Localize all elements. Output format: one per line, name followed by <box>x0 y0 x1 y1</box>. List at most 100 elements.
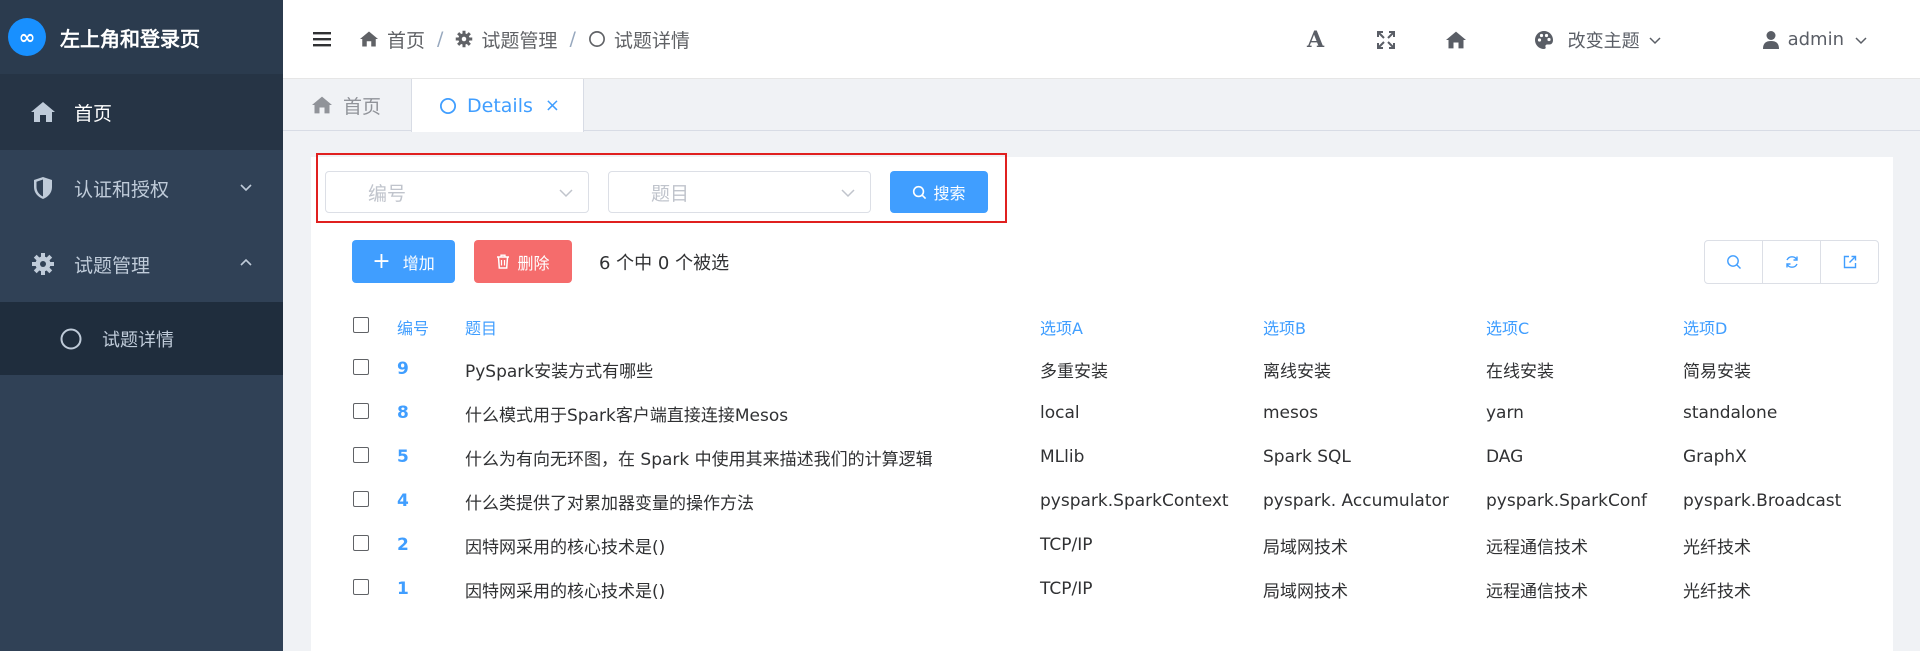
circle-icon <box>58 326 84 352</box>
user-name: admin <box>1787 29 1844 50</box>
cell-option-a: TCP/IP <box>1040 579 1093 599</box>
cell-id[interactable]: 1 <box>397 567 465 611</box>
column-header-question[interactable]: 题目 <box>465 307 1040 347</box>
navbar: 首页 / 试题管理 / 试题详情 A 改变主题 admin <box>283 0 1920 79</box>
breadcrumb-questions[interactable]: 试题管理 <box>455 26 557 53</box>
sidebar-item-label: 首页 <box>74 102 113 125</box>
breadcrumb-home[interactable]: 首页 <box>359 26 425 53</box>
user-menu[interactable]: admin <box>1762 29 1876 50</box>
column-header-option-c[interactable]: 选项C <box>1486 307 1683 347</box>
row-checkbox[interactable] <box>353 490 369 507</box>
sidebar-item-home[interactable]: 首页 <box>0 74 283 150</box>
select-all-checkbox[interactable] <box>353 317 369 333</box>
close-icon[interactable]: × <box>545 95 560 116</box>
trash-icon <box>497 254 510 269</box>
user-icon <box>1762 30 1779 49</box>
cell-id[interactable]: 8 <box>397 391 465 435</box>
tab-details[interactable]: Details × <box>411 79 584 132</box>
plus-icon: + <box>372 249 391 274</box>
home-icon <box>312 96 332 114</box>
row-checkbox[interactable] <box>353 402 369 419</box>
cell-option-c: 远程通信技术 <box>1486 537 1588 558</box>
cell-option-c: 在线安装 <box>1486 361 1554 382</box>
selection-info: 6 个中 0 个被选 <box>599 253 730 274</box>
column-header-option-b[interactable]: 选项B <box>1263 307 1486 347</box>
cell-question: 因特网采用的核心技术是() <box>465 581 666 602</box>
breadcrumb-current: 试题详情 <box>588 26 690 53</box>
cell-option-a: MLlib <box>1040 447 1085 467</box>
add-button[interactable]: + 增加 <box>352 240 455 283</box>
cell-option-c: pyspark.SparkConf <box>1486 491 1648 511</box>
table-row[interactable]: 5 什么为有向无环图，在 Spark 中使用其来描述我们的计算逻辑 MLlib … <box>345 435 1893 479</box>
sidebar-item-questions[interactable]: 试题管理 <box>0 226 283 302</box>
cell-question: PySpark安装方式有哪些 <box>465 361 654 382</box>
sidebar-item-label: 试题详情 <box>102 329 174 351</box>
font-size-icon[interactable]: A <box>1304 27 1328 53</box>
app-title: 左上角和登录页 <box>60 26 200 51</box>
row-checkbox[interactable] <box>353 446 369 463</box>
search-icon <box>1726 255 1741 269</box>
fullscreen-icon[interactable] <box>1374 28 1398 52</box>
hamburger-icon[interactable] <box>311 27 335 51</box>
cell-option-d: GraphX <box>1683 447 1747 467</box>
cell-id[interactable]: 9 <box>397 347 465 391</box>
cell-option-d: standalone <box>1683 403 1778 423</box>
cell-option-b: 局域网技术 <box>1263 537 1348 558</box>
cell-option-d: 光纤技术 <box>1683 581 1751 602</box>
gear-icon <box>456 30 473 48</box>
cell-option-c: yarn <box>1486 403 1524 423</box>
cell-option-d: pyspark.Broadcast <box>1683 491 1842 511</box>
questions-table: 编号 题目 选项A 选项B 选项C 选项D 9 PySpark安装方式有哪些 多… <box>345 307 1893 611</box>
chevron-down-icon <box>1649 36 1661 44</box>
navbar-right: A 改变主题 admin <box>1258 0 1920 79</box>
palette-icon <box>1534 30 1553 49</box>
breadcrumb-separator: / <box>569 28 576 50</box>
table-row[interactable]: 9 PySpark安装方式有哪些 多重安装 离线安装 在线安装 简易安装 <box>345 347 1893 391</box>
tab-home[interactable]: 首页 <box>311 79 381 131</box>
table-row[interactable]: 8 什么模式用于Spark客户端直接连接Mesos local mesos ya… <box>345 391 1893 435</box>
theme-label: 改变主题 <box>1567 30 1640 52</box>
table-header-row: 编号 题目 选项A 选项B 选项C 选项D <box>345 307 1893 347</box>
cell-id[interactable]: 4 <box>397 479 465 523</box>
sidebar-item-label: 认证和授权 <box>74 178 170 201</box>
cell-id[interactable]: 2 <box>397 523 465 567</box>
sidebar-item-question-details[interactable]: 试题详情 <box>0 302 283 375</box>
cell-option-a: TCP/IP <box>1040 535 1093 555</box>
row-checkbox[interactable] <box>353 358 369 375</box>
cell-option-b: mesos <box>1263 403 1319 423</box>
column-header-id[interactable]: 编号 <box>397 307 465 347</box>
export-button[interactable] <box>1821 241 1878 283</box>
toggle-search-button[interactable] <box>1705 241 1763 283</box>
column-header-option-a[interactable]: 选项A <box>1040 307 1263 347</box>
table-row[interactable]: 4 什么类提供了对累加器变量的操作方法 pyspark.SparkContext… <box>345 479 1893 523</box>
logo[interactable]: ∞ 左上角和登录页 <box>0 0 283 74</box>
shield-icon <box>30 175 56 201</box>
sidebar-item-auth[interactable]: 认证和授权 <box>0 150 283 226</box>
submenu-questions: 试题详情 <box>0 302 283 375</box>
cell-option-d: 简易安装 <box>1683 361 1751 382</box>
column-header-option-d[interactable]: 选项D <box>1683 307 1893 347</box>
table-row[interactable]: 2 因特网采用的核心技术是() TCP/IP 局域网技术 远程通信技术 光纤技术 <box>345 523 1893 567</box>
tags-view: 首页 Details × <box>283 79 1920 132</box>
cell-question: 什么为有向无环图，在 Spark 中使用其来描述我们的计算逻辑 <box>465 449 933 470</box>
cell-option-a: 多重安装 <box>1040 361 1108 382</box>
cell-option-b: Spark SQL <box>1263 447 1351 467</box>
infinity-logo-icon: ∞ <box>8 18 46 56</box>
cell-option-b: 局域网技术 <box>1263 581 1348 602</box>
chevron-down-icon <box>1855 36 1867 44</box>
row-checkbox[interactable] <box>353 534 369 551</box>
table-row[interactable]: 1 因特网采用的核心技术是() TCP/IP 局域网技术 远程通信技术 光纤技术 <box>345 567 1893 611</box>
delete-button[interactable]: 删除 <box>474 240 572 283</box>
cell-id[interactable]: 5 <box>397 435 465 479</box>
refresh-button[interactable] <box>1763 241 1821 283</box>
chevron-up-icon <box>240 258 252 266</box>
row-checkbox[interactable] <box>353 578 369 595</box>
refresh-icon <box>1785 256 1798 268</box>
table-tools <box>1704 240 1879 284</box>
home-icon[interactable] <box>1444 28 1468 52</box>
theme-switcher[interactable]: 改变主题 <box>1534 27 1676 53</box>
breadcrumb-separator: / <box>437 28 444 50</box>
cell-question: 什么模式用于Spark客户端直接连接Mesos <box>465 405 789 426</box>
cell-option-c: 远程通信技术 <box>1486 581 1588 602</box>
cell-option-b: 离线安装 <box>1263 361 1331 382</box>
